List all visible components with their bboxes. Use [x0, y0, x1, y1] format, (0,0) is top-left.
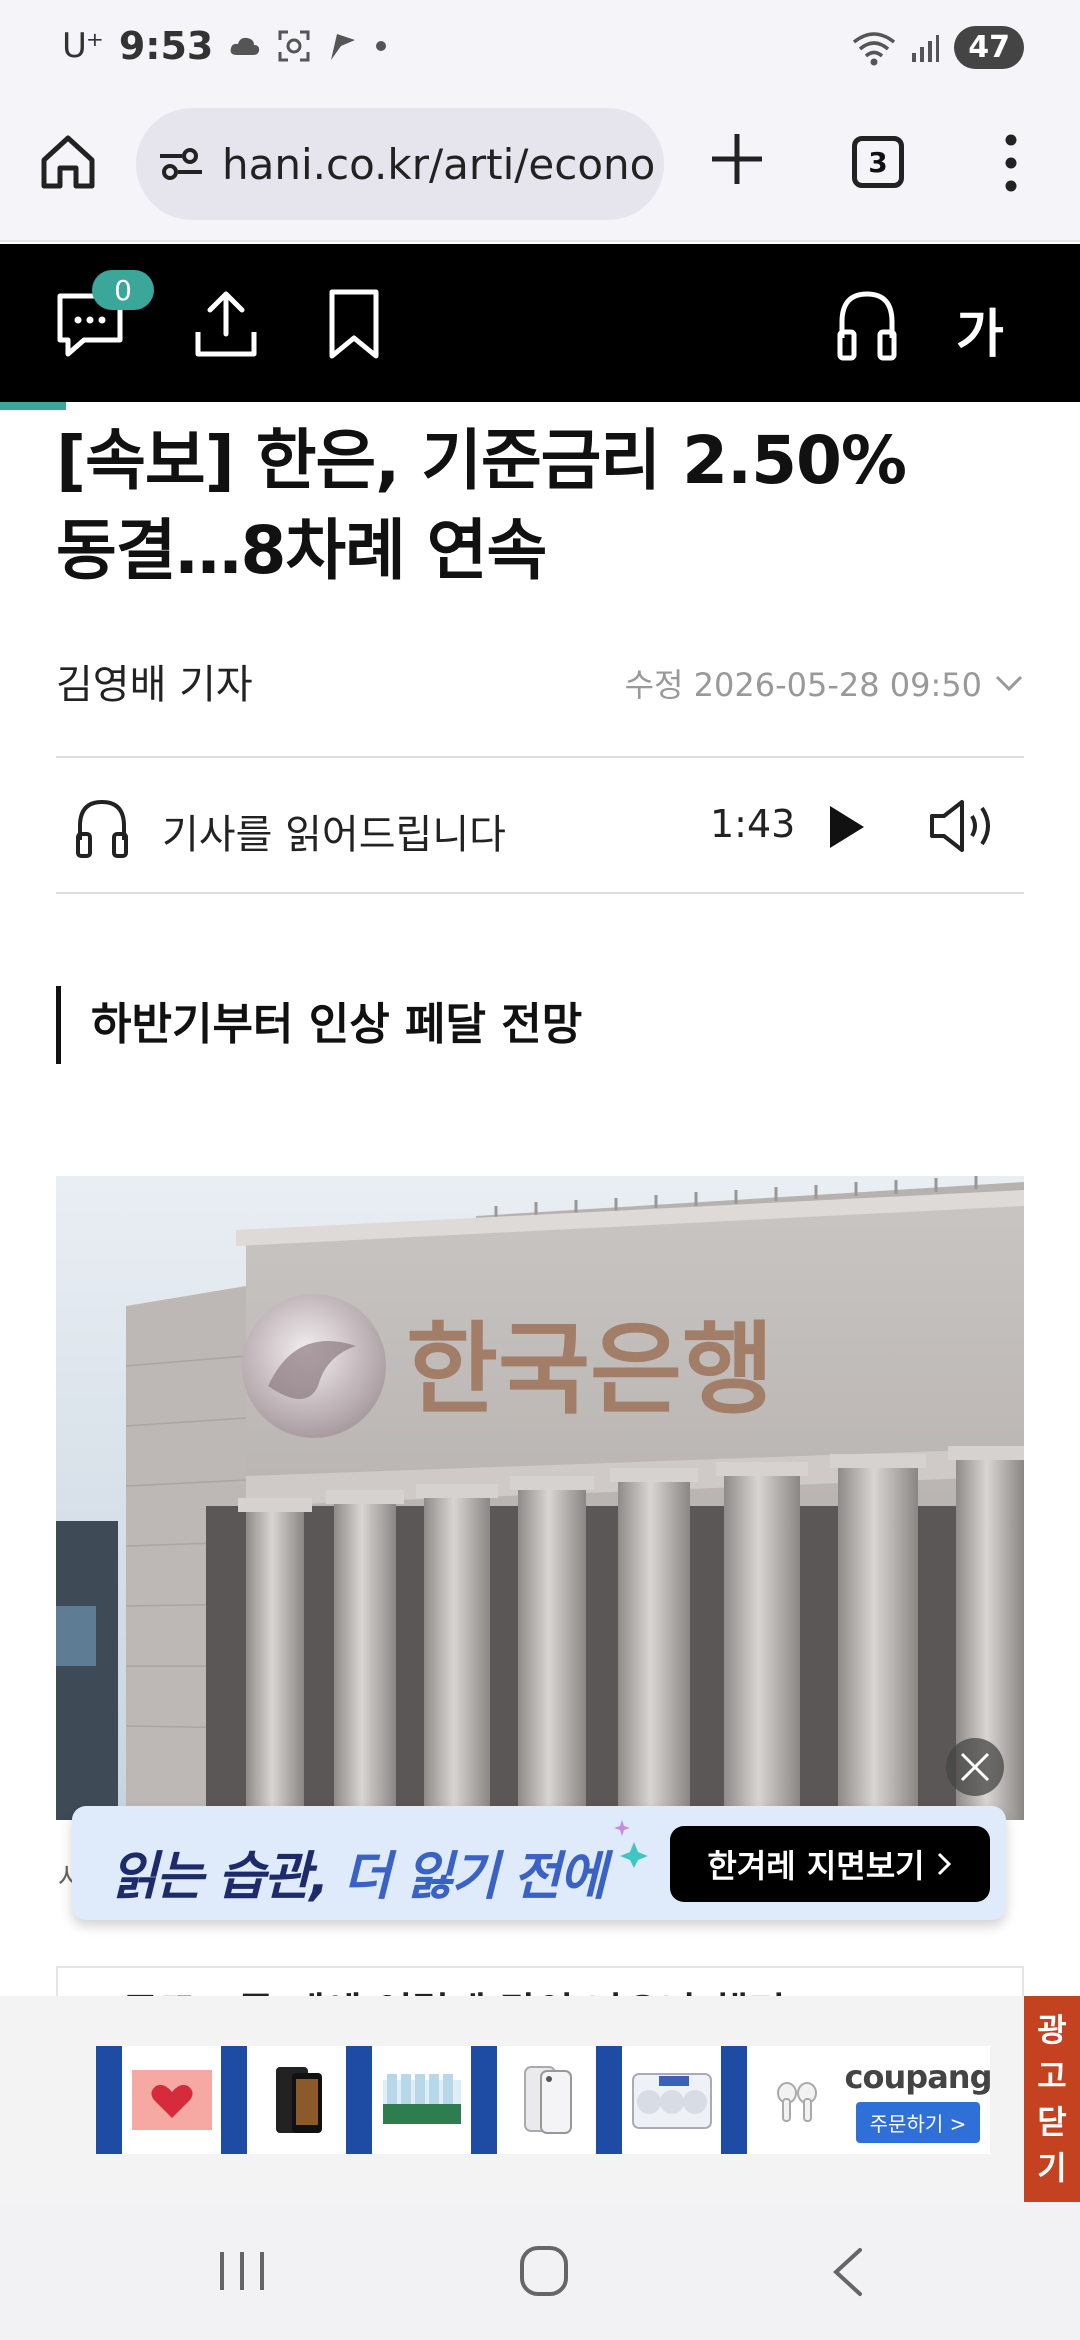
close-ad-label-4: 기: [1037, 2149, 1067, 2187]
photo-close-button[interactable]: [946, 1738, 1004, 1796]
ad-product-image: [622, 2046, 721, 2154]
volume-icon[interactable]: [928, 798, 1000, 854]
coupang-logo: coupang: [844, 2057, 993, 2096]
ad-product-tag: [596, 2046, 622, 2154]
ad-product-4[interactable]: [471, 2046, 596, 2154]
close-ad-label-1: 광: [1037, 2011, 1067, 2049]
tab-switcher-button[interactable]: 3: [852, 136, 904, 188]
ad-product-image: [372, 2046, 471, 2154]
chevron-down-icon: [995, 675, 1023, 692]
modified-date-label: 수정 2026-05-28 09:50: [624, 666, 982, 704]
promo-slogan: 읽는 습관, 더 잃기 전에: [110, 1834, 607, 1909]
site-settings-icon[interactable]: [158, 144, 204, 184]
status-right: 47: [852, 26, 1024, 69]
screenshot-icon: [278, 30, 310, 62]
close-ad-button[interactable]: 광 고 닫 기: [1024, 1996, 1080, 2202]
comment-count-badge: 0: [92, 270, 154, 310]
flag-icon: [331, 34, 356, 60]
cloud-icon: [230, 37, 260, 55]
modified-date[interactable]: 수정 2026-05-28 09:50: [625, 660, 1024, 706]
ad-product-tag: [346, 2046, 372, 2154]
bottom-ad-area: coupang 주문하기 >: [0, 1996, 1080, 2202]
reading-progress-bar: [0, 402, 66, 410]
recent-apps-icon[interactable]: [216, 2246, 268, 2296]
home-icon[interactable]: [36, 130, 100, 194]
battery-indicator: 47: [954, 26, 1024, 69]
phone-image: [275, 2067, 322, 2133]
bank-of-korea-building-image: 한국은행: [56, 1176, 1024, 1820]
ad-product-image: [247, 2046, 346, 2154]
more-menu-icon[interactable]: [996, 130, 1026, 196]
status-bar: U⁺ 9:53 47: [0, 0, 1080, 100]
ad-product-image: [122, 2046, 221, 2154]
close-ad-label-2: 고: [1037, 2057, 1067, 2095]
heart-hands-image: [131, 2070, 212, 2130]
ad-product-1[interactable]: [96, 2046, 221, 2154]
play-icon[interactable]: [826, 804, 866, 850]
clock: 9:53: [118, 24, 214, 68]
article-photo[interactable]: 한국은행: [56, 1176, 1024, 1820]
carrier-label: U⁺: [62, 26, 104, 66]
ad-product-tag: [721, 2046, 747, 2154]
article-title-line2: 동결…8차례 연속: [56, 512, 547, 589]
tts-label: 기사를 읽어드립니다: [162, 812, 506, 858]
ad-product-image: [497, 2046, 596, 2154]
newspaper-promo-banner[interactable]: 읽는 습관, 더 잃기 전에 한겨레 지면보기: [72, 1806, 1006, 1920]
ad-product-5[interactable]: [596, 2046, 721, 2154]
font-size-button[interactable]: 가: [956, 292, 1004, 367]
order-button[interactable]: 주문하기 >: [855, 2101, 981, 2143]
tts-duration: 1:43: [710, 802, 796, 846]
article-title-line1: [속보] 한은, 기준금리 2.50%: [56, 422, 907, 499]
article-subheading: 하반기부터 인상 페달 전망: [56, 986, 582, 1064]
water-bottles-image: [382, 2074, 461, 2124]
status-left: U⁺ 9:53: [62, 24, 387, 68]
ad-product-tag: [471, 2046, 497, 2154]
ad-product-tag: [96, 2046, 122, 2154]
view-print-edition-button[interactable]: 한겨레 지면보기: [670, 1826, 990, 1902]
bookmark-icon[interactable]: [326, 288, 382, 362]
tab-count: 3: [868, 145, 888, 179]
ad-product-6[interactable]: [721, 2046, 846, 2154]
share-icon[interactable]: [192, 288, 260, 360]
browser-toolbar: hani.co.kr/arti/econo 3: [0, 100, 1080, 242]
system-navigation-bar: [0, 2202, 1080, 2340]
tts-player: 기사를 읽어드립니다 1:43: [56, 756, 1024, 894]
article-title: [속보] 한은, 기준금리 2.50% 동결…8차례 연속: [56, 416, 1016, 596]
ad-product-tag: [221, 2046, 247, 2154]
new-tab-icon[interactable]: [704, 126, 770, 192]
article-toolbar: 0 가: [0, 244, 1080, 402]
signal-icon: [912, 34, 940, 62]
sparkle-icon: [614, 1820, 648, 1868]
headphones-icon: [76, 799, 128, 858]
promo-slogan-part2: 더 잃기 전에: [343, 1847, 606, 1907]
listen-headphones-icon[interactable]: [836, 288, 898, 362]
ad-product-2[interactable]: [221, 2046, 346, 2154]
close-icon: [960, 1752, 990, 1782]
earbuds-image: [776, 2082, 817, 2122]
tissue-pack-image: [631, 2073, 712, 2129]
close-ad-label-3: 닫: [1037, 2103, 1067, 2141]
dot-icon: [376, 41, 387, 51]
chevron-right-icon: [937, 1852, 951, 1876]
promo-slogan-part1: 읽는 습관,: [110, 1847, 329, 1907]
promo-button-label: 한겨레 지면보기: [707, 1847, 925, 1885]
coupang-ad-strip[interactable]: coupang 주문하기 >: [96, 2046, 993, 2154]
url-text: hani.co.kr/arti/econo: [222, 139, 656, 189]
wifi-icon: [853, 31, 896, 65]
building-sign-text: 한국은행: [406, 1311, 774, 1428]
iphone-image: [523, 2066, 572, 2134]
author-byline[interactable]: 김영배 기자: [56, 652, 253, 710]
home-nav-icon[interactable]: [518, 2244, 570, 2298]
ad-product-3[interactable]: [346, 2046, 471, 2154]
coupang-cta[interactable]: coupang 주문하기 >: [844, 2046, 993, 2154]
ad-product-image: [747, 2046, 846, 2154]
back-icon[interactable]: [828, 2246, 868, 2298]
address-bar[interactable]: hani.co.kr/arti/econo: [136, 108, 664, 220]
